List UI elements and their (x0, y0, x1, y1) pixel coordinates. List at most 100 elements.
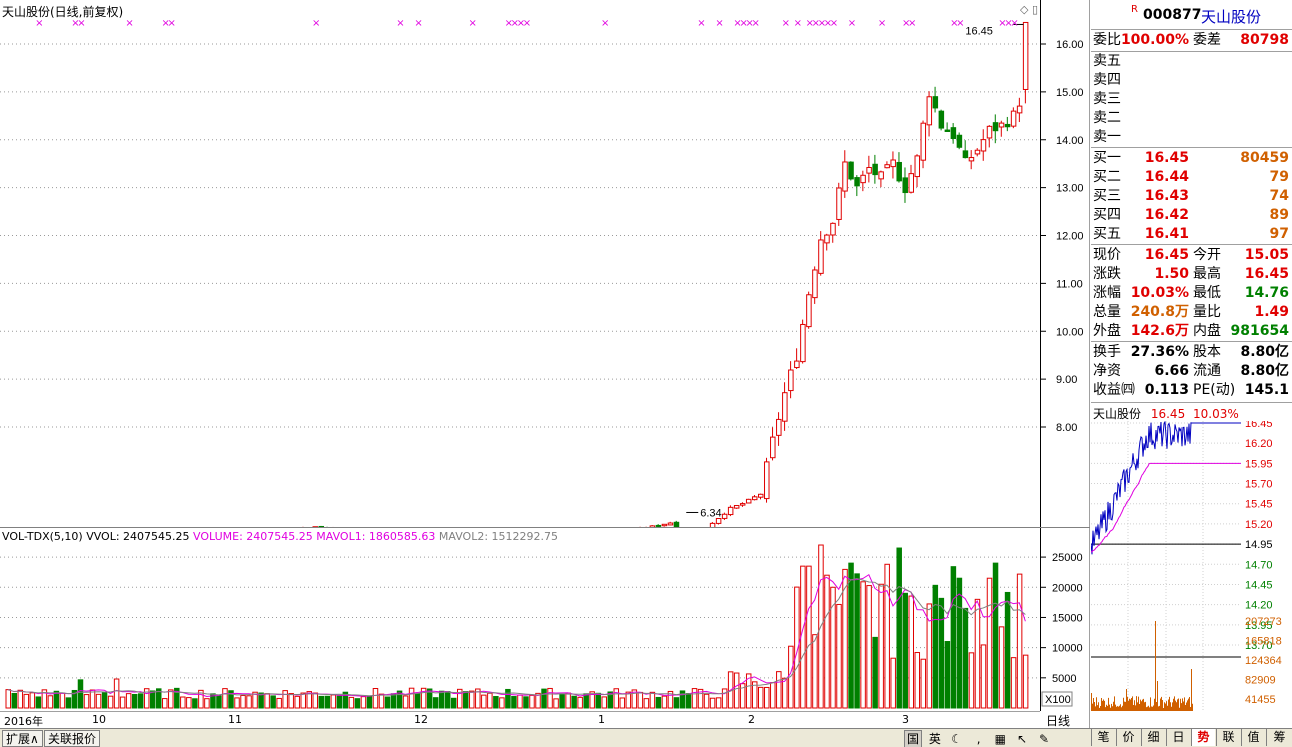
period-label[interactable]: 日线 (1046, 712, 1070, 729)
volume-bar (547, 687, 553, 709)
separator (1091, 402, 1292, 403)
price-tick-label: 8.00 (1056, 422, 1077, 434)
tab-chou[interactable]: 筹 (1266, 729, 1292, 746)
volume-bar (444, 691, 451, 709)
sell-row-3: 卖三 (1093, 91, 1121, 107)
tab-shi[interactable]: 势 (1191, 729, 1215, 746)
volume-bar (872, 636, 878, 709)
volume-bar (565, 692, 571, 709)
stats-row: 现价 16.45 今开 15.05 (1093, 247, 1289, 263)
volume-bar (992, 562, 999, 709)
quote-panel: R 000877 天山股份 委比 100.00% 委差 80798 卖五 卖四 … (1091, 0, 1292, 728)
volume-bar (733, 672, 740, 709)
price-tick-label: 11.00 (1056, 278, 1083, 290)
volume-bar (517, 694, 523, 709)
high-marker: 16.45 (965, 25, 993, 37)
fund-row: 净资 6.66 流通 8.80亿 (1093, 363, 1289, 379)
buy-row-2: 买二 16.44 79 (1093, 169, 1289, 185)
candle-up (733, 505, 740, 509)
mini-price-label: 15.20 (1245, 519, 1273, 531)
candle-down (992, 122, 999, 132)
volume-bar (950, 566, 957, 709)
volume-bar (246, 695, 252, 709)
mini-price-label: 15.70 (1245, 479, 1273, 491)
mini-volume-label: 165818 (1245, 636, 1282, 648)
volume-bar (5, 689, 11, 709)
volume-bar (764, 686, 770, 709)
volume-bar (962, 607, 969, 709)
volume-bar (968, 652, 975, 709)
volume-bar (914, 652, 921, 709)
volume-bar (240, 694, 246, 709)
volume-bar (204, 698, 210, 709)
expand-tab[interactable]: 扩展∧ (2, 730, 43, 747)
tab-lian[interactable]: 联 (1216, 729, 1240, 746)
volume-bar (800, 565, 806, 709)
volume-bar (23, 693, 30, 709)
volume-bar (1022, 654, 1029, 709)
related-quote-tab[interactable]: 关联报价 (44, 730, 101, 747)
ying-icon[interactable]: 英 (926, 731, 944, 747)
volume-bar (348, 696, 355, 709)
volume-bar (234, 697, 240, 709)
tab-ri[interactable]: 日 (1166, 729, 1190, 746)
tab-jia[interactable]: 价 (1116, 729, 1140, 746)
grid-icon[interactable]: ▦ (991, 731, 1009, 747)
wrench-icon[interactable]: ✎ (1035, 731, 1053, 747)
volume-bar (715, 697, 722, 709)
signal-marker: × (697, 18, 705, 29)
tab-xi[interactable]: 细 (1141, 729, 1165, 746)
fund-row: 换手 27.36% 股本 8.80亿 (1093, 344, 1289, 360)
candle-up (998, 122, 1005, 128)
volume-bar (312, 692, 319, 709)
volume-bar (920, 658, 927, 709)
minute-chart[interactable] (1091, 421, 1241, 717)
volume-bar (402, 695, 409, 709)
volume-bar (450, 697, 457, 709)
volume-bar (300, 692, 306, 709)
tab-zhi[interactable]: 值 (1241, 729, 1265, 746)
volume-bar (372, 688, 379, 709)
volume-bar (384, 696, 391, 709)
signal-marker: × (35, 18, 43, 29)
signal-marker: × (312, 18, 320, 29)
volume-bar (655, 696, 662, 709)
price-tick-label: 12.00 (1056, 231, 1084, 243)
kline-chart-pane[interactable]: 天山股份(日线,前复权) ◇ ▯ 16.45 6.34 × × × × × × × × × × × × × ×… (0, 0, 1090, 728)
arrow-icon[interactable]: ↖ (1013, 731, 1031, 747)
volume-bar (270, 695, 276, 709)
volume-bar (661, 695, 668, 709)
quote-header: R 000877 天山股份 (1091, 0, 1292, 30)
volume-bar (89, 689, 96, 709)
date-axis: 2016年 10 11 12 1 2 3 (0, 711, 1040, 728)
mini-price-label: 14.70 (1245, 559, 1273, 571)
candle-up (986, 125, 993, 139)
separator (1091, 341, 1292, 342)
volume-chart[interactable] (0, 528, 1040, 711)
volume-bar (264, 693, 270, 709)
volume-bar (222, 688, 228, 709)
candle-up (890, 159, 896, 168)
tab-bi[interactable]: 笔 (1091, 729, 1115, 746)
stats-row: 涨幅 10.03% 最低 14.76 (1093, 285, 1289, 301)
candle-up (860, 174, 866, 184)
candle-up (727, 506, 734, 516)
volume-bar (511, 696, 517, 709)
candle-up (788, 369, 794, 392)
candle-up (1010, 110, 1017, 127)
comma-icon[interactable]: ‚ (969, 731, 987, 747)
guo-icon[interactable]: 国 (904, 730, 922, 747)
volume-bar (673, 697, 680, 709)
mini-price-label: 14.45 (1245, 579, 1273, 591)
volume-bar (77, 679, 84, 709)
volume-bar (294, 695, 300, 709)
volume-unit: X100 (1045, 694, 1071, 706)
candlestick-chart[interactable]: 16.456.34× ×× × ×× × × × × ×××× × × × ×××× × × ××××× × × ×… (0, 0, 1040, 528)
candle-down (1004, 123, 1011, 128)
buy-row-5: 买五 16.41 97 (1093, 226, 1289, 242)
signal-marker: × (125, 18, 133, 29)
moon-icon[interactable]: ☾ (948, 731, 966, 747)
candle-up (758, 493, 764, 498)
volume-bar (288, 693, 294, 709)
volume-tick-label: 15000 (1052, 612, 1083, 624)
